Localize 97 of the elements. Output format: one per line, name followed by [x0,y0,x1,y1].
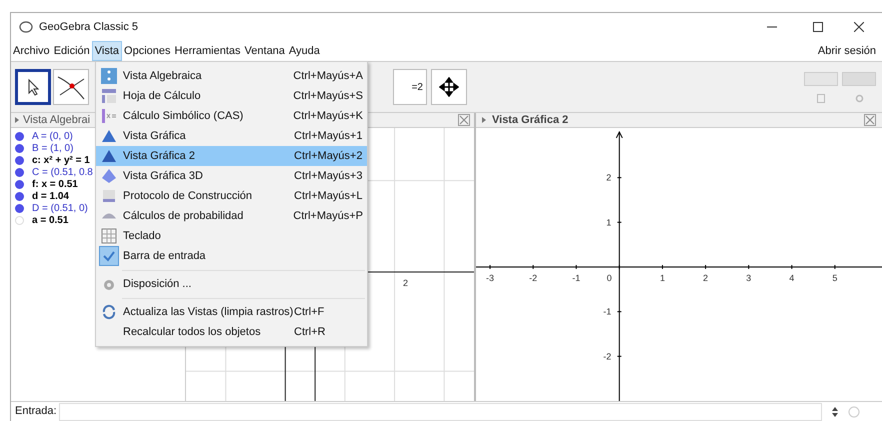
menu-item[interactable]: Herramientas [172,41,243,61]
algebra-entry[interactable]: A = (0, 0) [32,128,73,144]
menu-option[interactable]: Cálculo Simbólico (CAS) Ctrl+Mayús+K [96,106,367,126]
shortcut-label: Ctrl+Mayús+2 [294,148,362,164]
axis-tick-label: 2 [703,272,708,283]
algebra-entry[interactable]: C = (0.51, 0.8 [32,164,93,180]
algebra-entry[interactable]: D = (0.51, 0) [32,200,88,216]
maximize-icon [813,22,823,32]
menu-option[interactable]: Vista Gráfica Ctrl+Mayús+1 [96,126,367,146]
axis-tick-label: -2 [529,272,538,283]
menu-item[interactable]: Ayuda [286,41,322,61]
shortcut-label: Ctrl+Mayús+1 [294,128,362,144]
minimize-icon [767,26,777,28]
menu-option-label: Vista Gráfica 2 [123,148,196,164]
settings-icon [854,94,864,102]
menu-option-label: Vista Gráfica [123,128,187,144]
shortcut-label: Ctrl+Mayús+3 [294,168,362,184]
move-view-tool-button[interactable] [431,69,467,105]
menu-option[interactable]: Vista Gráfica 2 Ctrl+Mayús+2 [96,146,367,166]
menu-option[interactable]: Recalcular todos los objetos Ctrl+R [96,322,367,342]
menu-option[interactable]: Vista Algebraica Ctrl+Mayús+A [96,66,367,86]
menu-option[interactable]: Disposición ... [96,274,367,294]
axis-tick-label: 2 [403,277,408,290]
menu-option[interactable]: Vista Gráfica 3D Ctrl+Mayús+3 [96,166,367,186]
menu-option[interactable]: Barra de entrada [96,246,367,266]
shortcut-label: Ctrl+R [294,324,326,340]
menu-option-label: Vista Gráfica 3D [123,168,204,184]
algebra-entry[interactable]: a = 0.51 [32,212,68,228]
axis-tick-label: 5 [832,272,838,283]
menu-option-label: Hoja de Cálculo [122,88,202,104]
expand-icon[interactable] [15,117,19,123]
shortcut-label: Ctrl+Mayús+A [293,68,363,84]
menu-option[interactable]: Protocolo de Construcción Ctrl+Mayús+L [96,186,367,206]
axis-tick-label: 0 [606,272,612,283]
input-label: Entrada: [15,404,57,420]
intersect-tool-button[interactable] [53,69,89,105]
algebra-entry[interactable]: d = 1.04 [32,188,69,204]
shortcut-label: Ctrl+F [294,304,324,320]
axis-tick-label: 3 [746,272,752,283]
spinner-icon[interactable] [832,406,838,416]
menu-option[interactable]: Hoja de Cálculo Ctrl+Mayús+S [96,86,367,106]
grid-icon [100,88,117,104]
input-field[interactable] [58,402,822,420]
expand-icon[interactable] [482,117,486,123]
menu-item[interactable]: Vista [92,41,122,61]
shortcut-label: Ctrl+Mayús+S [293,88,363,104]
menu-item[interactable]: Edición [52,41,92,61]
close-icon[interactable] [458,114,470,126]
menu-option-label: Actualiza las Vistas (limpia rastros) [123,304,294,320]
menu-item[interactable]: Ventana [242,41,287,61]
window-title: GeoGebra Classic 5 [39,20,138,35]
menu-option[interactable]: Cálculos de probabilidad Ctrl+Mayús+P [96,206,367,226]
axis-tick-label: -1 [603,306,612,317]
panel-title: Vista Algebrai [23,112,90,128]
algebra-entry[interactable]: B = (1, 0) [32,140,74,156]
refresh-icon [101,304,117,320]
slider-tool-button[interactable]: =2 [393,69,427,105]
move-arrows-icon [439,77,459,97]
axis-tick-label: -1 [572,272,580,283]
axis-tick-label: 1 [606,217,612,228]
menu-option-label: Barra de entrada [123,248,207,264]
dots-icon [100,68,117,84]
menu-option-label: Teclado [123,228,162,244]
sign-in-link[interactable]: Abrir sesión [818,42,876,60]
close-icon [854,22,864,32]
triangle-icon [101,128,117,144]
curve-icon [102,213,116,219]
axis-tick-label: 4 [789,272,794,283]
shortcut-label: Ctrl+Mayús+L [294,188,362,204]
document-icon [101,188,117,204]
triangle-icon [101,148,117,164]
menu-option-label: Cálculos de probabilidad [122,208,244,224]
menu-item[interactable]: Opciones [122,41,173,61]
menu-option-label: Recalcular todos los objetos [123,324,262,340]
app-logo-icon [19,20,33,34]
menu-option[interactable]: Teclado [96,226,367,246]
keyboard-icon [101,228,117,244]
axis-tick-label: -3 [486,272,494,283]
menu-option-label: Disposición ... [123,276,192,292]
menu-item[interactable]: Archivo [11,41,52,61]
axis-tick-label: 2 [606,172,612,183]
algebra-entry[interactable]: c: x² + y² = 1 [32,152,90,168]
axis-tick-label: 1 [660,272,665,283]
menu-option-label: Cálculo Simbólico (CAS) [122,108,244,124]
algebra-entry[interactable]: f: x = 0.51 [32,176,78,192]
menu-option-label: Protocolo de Construcción [123,188,254,204]
shortcut-label: Ctrl+Mayús+K [293,108,363,124]
menu-option-label: Vista Algebraica [122,68,203,84]
panel-title: Vista Gráfica 2 [492,112,568,128]
menu-option[interactable]: Actualiza las Vistas (limpia rastros)Ctrl+F [96,302,367,322]
document-icon [817,94,825,102]
shortcut-label: Ctrl+Mayús+P [293,208,363,224]
cas-icon [100,108,117,124]
pyramid-icon [101,168,117,184]
axis-tick-label: -2 [603,351,612,362]
move-tool-button[interactable] [15,69,51,105]
close-icon[interactable] [864,114,876,126]
